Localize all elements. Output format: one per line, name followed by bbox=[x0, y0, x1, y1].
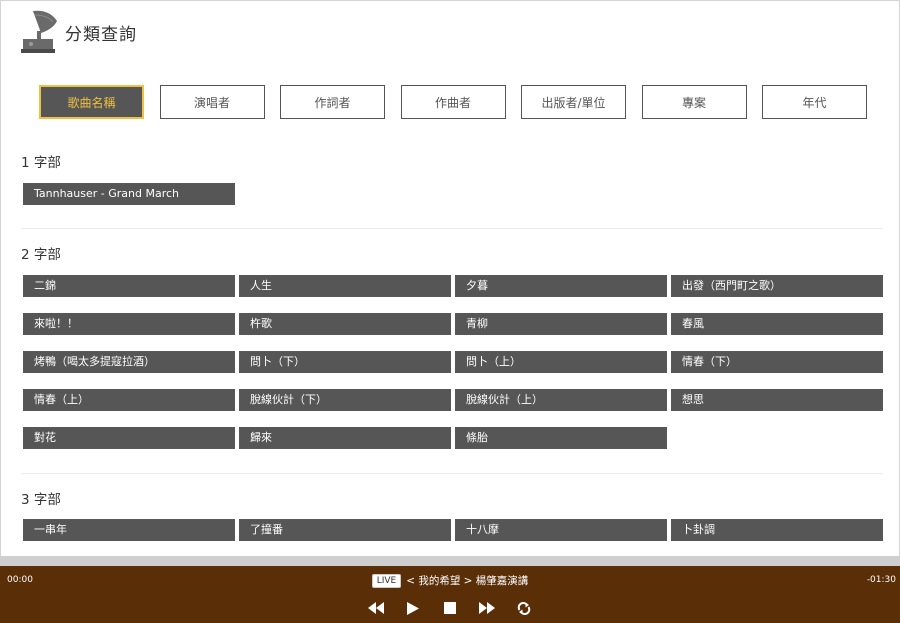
song-item[interactable]: 對花 bbox=[23, 427, 235, 449]
song-item[interactable]: 烤鴨（喝太多提寇拉酒） bbox=[23, 351, 235, 373]
song-item[interactable]: 脫線伙計（下） bbox=[239, 389, 451, 411]
live-badge: LIVE bbox=[371, 573, 402, 588]
repeat-button[interactable] bbox=[512, 600, 536, 616]
song-grid: Tannhauser - Grand March bbox=[23, 183, 883, 205]
song-item[interactable]: 二錦 bbox=[23, 275, 235, 297]
tab-publisher[interactable]: 出版者/單位 bbox=[521, 85, 626, 119]
section-1-char: 1 字部 Tannhauser - Grand March bbox=[21, 151, 883, 205]
player-controls bbox=[0, 600, 900, 616]
section-divider bbox=[21, 473, 883, 474]
song-item[interactable]: 了撞番 bbox=[239, 519, 451, 541]
scroll-strip bbox=[0, 556, 900, 566]
song-item[interactable]: 十八摩 bbox=[455, 519, 667, 541]
song-item[interactable]: 問卜（下） bbox=[239, 351, 451, 373]
section-2-char: 2 字部 二錦 人生 夕暮 出發（西門町之歌） 來啦！！ 杵歌 青柳 春風 烤鴨… bbox=[21, 243, 883, 449]
time-remaining: -01:30 bbox=[866, 575, 896, 585]
song-item[interactable]: 歸來 bbox=[239, 427, 451, 449]
song-item[interactable]: 杵歌 bbox=[239, 313, 451, 335]
play-icon bbox=[407, 601, 419, 615]
now-playing: LIVE < 我的希望 > 楊肇嘉演講 bbox=[0, 573, 900, 588]
song-grid: 二錦 人生 夕暮 出發（西門町之歌） 來啦！！ 杵歌 青柳 春風 烤鴨（喝太多提… bbox=[23, 275, 883, 449]
stop-button[interactable] bbox=[438, 600, 462, 616]
section-divider bbox=[21, 228, 883, 229]
section-3-char: 3 字部 一串年 了撞番 十八摩 卜卦調 bbox=[21, 488, 883, 541]
song-item[interactable]: 來啦！！ bbox=[23, 313, 235, 335]
page-header: 分類查詢 bbox=[19, 7, 137, 57]
song-grid: 一串年 了撞番 十八摩 卜卦調 bbox=[23, 519, 883, 541]
song-item[interactable]: 想思 bbox=[671, 389, 883, 411]
song-item[interactable]: 情春（上） bbox=[23, 389, 235, 411]
category-page: 分類查詢 歌曲名稱 演唱者 作詞者 作曲者 出版者/單位 專案 年代 1 字部 … bbox=[0, 0, 900, 558]
song-item[interactable]: 問卜（上） bbox=[455, 351, 667, 373]
repeat-icon bbox=[517, 601, 531, 615]
song-item[interactable]: Tannhauser - Grand March bbox=[23, 183, 235, 205]
tab-singer[interactable]: 演唱者 bbox=[159, 85, 265, 119]
fast-forward-icon bbox=[479, 602, 495, 614]
tab-lyricist[interactable]: 作詞者 bbox=[280, 85, 385, 119]
tab-year[interactable]: 年代 bbox=[762, 85, 867, 119]
song-item[interactable]: 夕暮 bbox=[455, 275, 667, 297]
section-heading: 1 字部 bbox=[21, 155, 61, 171]
rewind-button[interactable] bbox=[364, 600, 388, 616]
song-item[interactable]: 一串年 bbox=[23, 519, 235, 541]
section-heading: 2 字部 bbox=[21, 247, 61, 263]
song-item[interactable]: 條胎 bbox=[455, 427, 667, 449]
play-button[interactable] bbox=[401, 600, 425, 616]
audio-player: 00:00 LIVE < 我的希望 > 楊肇嘉演講 -01:30 bbox=[0, 566, 900, 623]
song-item[interactable]: 情春（下） bbox=[671, 351, 883, 373]
song-item[interactable]: 卜卦調 bbox=[671, 519, 883, 541]
now-playing-title: < 我的希望 > 楊肇嘉演講 bbox=[406, 575, 529, 587]
tab-composer[interactable]: 作曲者 bbox=[400, 85, 506, 119]
song-item[interactable]: 人生 bbox=[239, 275, 451, 297]
fast-forward-button[interactable] bbox=[475, 600, 499, 616]
filter-tabs: 歌曲名稱 演唱者 作詞者 作曲者 出版者/單位 專案 年代 bbox=[39, 85, 883, 119]
gramophone-icon bbox=[21, 10, 57, 53]
song-item[interactable]: 出發（西門町之歌） bbox=[671, 275, 883, 297]
song-item[interactable]: 春風 bbox=[671, 313, 883, 335]
song-item[interactable]: 青柳 bbox=[455, 313, 667, 335]
page-title: 分類查詢 bbox=[65, 24, 137, 45]
section-heading: 3 字部 bbox=[21, 492, 61, 508]
tab-project[interactable]: 專案 bbox=[641, 85, 747, 119]
rewind-icon bbox=[368, 602, 384, 614]
song-item[interactable]: 脫線伙計（上） bbox=[455, 389, 667, 411]
stop-icon bbox=[444, 602, 456, 614]
tab-song-name[interactable]: 歌曲名稱 bbox=[39, 85, 144, 119]
